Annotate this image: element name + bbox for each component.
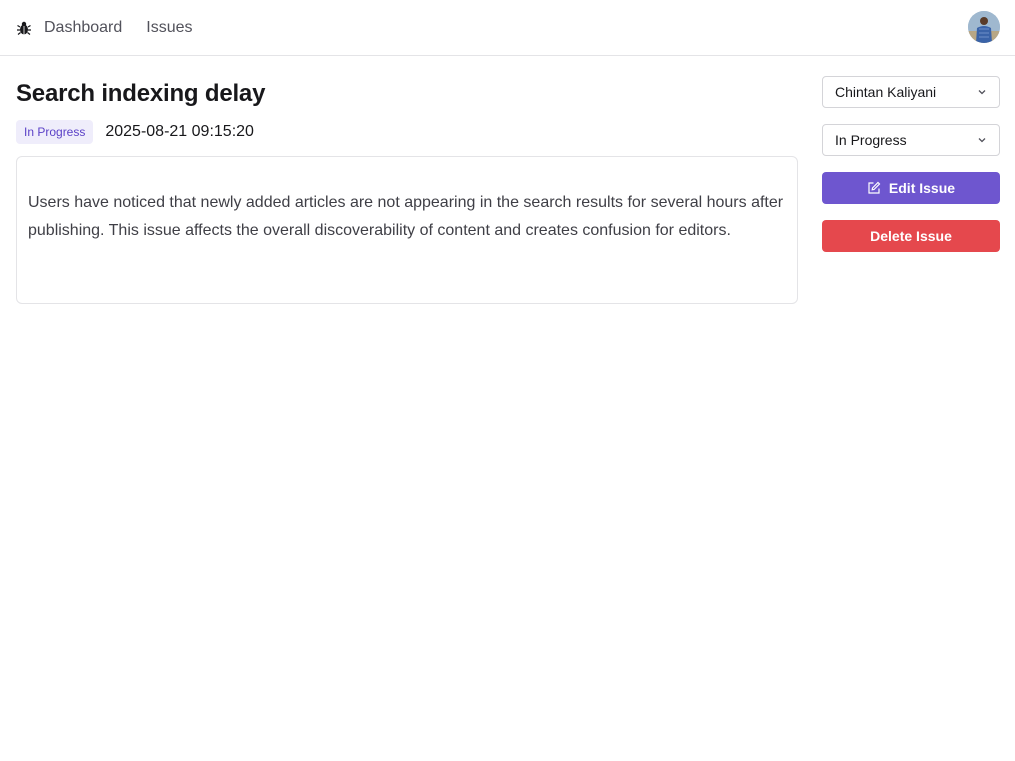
- assignee-value: Chintan Kaliyani: [835, 84, 937, 100]
- user-avatar[interactable]: [968, 11, 1000, 43]
- chevron-down-icon: [977, 84, 987, 100]
- edit-issue-label: Edit Issue: [888, 180, 956, 196]
- navbar: Dashboard Issues: [0, 0, 1015, 56]
- status-value: In Progress: [835, 132, 907, 148]
- description-card: Users have noticed that newly added arti…: [16, 156, 798, 304]
- chevron-down-icon: [977, 132, 987, 148]
- issue-sidebar: Chintan Kaliyani In Progress Edit Issue …: [822, 76, 1000, 304]
- issue-date: 2025-08-21 09:15:20: [105, 123, 254, 140]
- assignee-select[interactable]: Chintan Kaliyani: [822, 76, 1000, 108]
- delete-issue-button[interactable]: Delete Issue: [822, 220, 1000, 252]
- status-badge: In Progress: [16, 120, 94, 144]
- status-select[interactable]: In Progress: [822, 124, 1000, 156]
- edit-icon: [867, 181, 881, 195]
- issue-description: Users have noticed that newly added arti…: [28, 194, 784, 239]
- nav-link-dashboard[interactable]: Dashboard: [44, 19, 122, 37]
- delete-issue-label: Delete Issue: [870, 228, 952, 244]
- issue-main: Search indexing delay In Progress 2025-0…: [16, 76, 798, 304]
- issue-meta: In Progress 2025-08-21 09:15:20: [16, 120, 798, 144]
- edit-issue-button[interactable]: Edit Issue: [822, 172, 1000, 204]
- nav-link-issues[interactable]: Issues: [146, 19, 192, 37]
- bug-icon[interactable]: [16, 20, 32, 36]
- issue-detail: Search indexing delay In Progress 2025-0…: [0, 56, 1015, 304]
- issue-title: Search indexing delay: [16, 80, 266, 107]
